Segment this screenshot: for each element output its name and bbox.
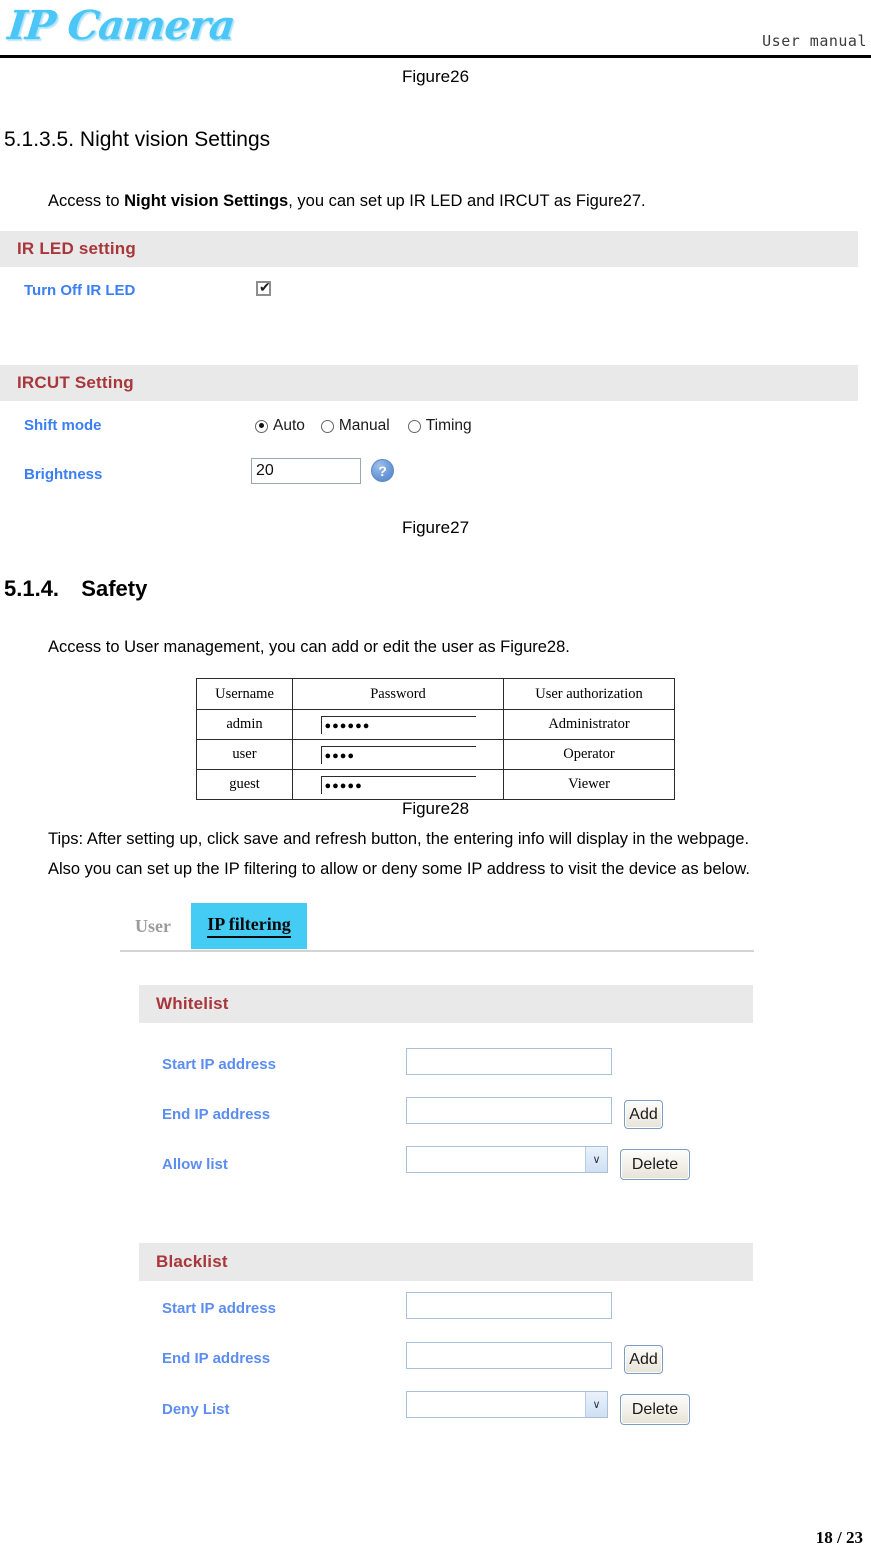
night-vision-intro-bold: Night vision Settings <box>124 192 289 210</box>
blacklist-delete-button[interactable]: Delete <box>620 1394 690 1425</box>
header-user-manual-label: User manual <box>762 32 867 50</box>
turn-off-ir-led-checkbox[interactable]: ✔ <box>256 279 271 296</box>
header-divider <box>0 55 871 58</box>
safety-tips-line-2: Also you can set up the IP filtering to … <box>48 860 750 878</box>
figure27-caption: Figure27 <box>401 518 470 537</box>
blacklist-start-ip-input[interactable] <box>406 1292 612 1319</box>
table-header-password: Password <box>292 678 504 710</box>
night-vision-intro-after: , you can set up IR LED and IRCUT as Fig… <box>288 192 646 210</box>
table-row[interactable]: user ●●●● Operator <box>196 739 675 770</box>
table-cell-password[interactable]: ●●●●● <box>292 769 504 800</box>
shift-mode-option-auto-label: Auto <box>273 417 305 434</box>
ip-camera-logo: IP Camera <box>5 2 237 49</box>
whitelist-allow-list-value <box>407 1147 585 1172</box>
tab-user-label: User <box>135 915 171 936</box>
radio-unselected-icon <box>320 419 334 433</box>
ircut-setting-title: IRCUT Setting <box>17 373 134 392</box>
radio-unselected-icon <box>407 419 421 433</box>
shift-mode-option-timing-label: Timing <box>425 417 472 434</box>
shift-mode-option-manual[interactable]: Manual <box>320 417 390 435</box>
heading-night-vision-title: Night vision Settings <box>79 128 271 151</box>
blacklist-deny-list-value <box>407 1392 585 1417</box>
table-cell-username: admin <box>196 709 293 740</box>
radio-selected-icon <box>255 419 268 433</box>
table-row[interactable]: admin ●●●●●● Administrator <box>196 709 675 740</box>
tab-ip-filtering-label: IP filtering <box>207 914 291 938</box>
whitelist-delete-button[interactable]: Delete <box>620 1149 690 1180</box>
blacklist-start-ip-label: Start IP address <box>162 1300 276 1317</box>
heading-safety: 5.1.4. Safety <box>4 576 147 602</box>
page-number: 18 / 23 <box>815 1528 863 1547</box>
page-header: IP Camera User manual <box>0 0 871 58</box>
shift-mode-radio-group: Auto Manual Timing <box>255 417 478 435</box>
whitelist-start-ip-input[interactable] <box>406 1048 612 1075</box>
ir-led-setting-title: IR LED setting <box>17 239 136 258</box>
table-cell-password[interactable]: ●●●● <box>292 739 504 770</box>
blacklist-title: Blacklist <box>156 1252 228 1271</box>
shift-mode-label: Shift mode <box>24 417 102 434</box>
heading-night-vision-number: 5.1.3.5. <box>4 128 75 151</box>
brightness-input[interactable]: 20 <box>251 458 361 484</box>
blacklist-deny-list-label: Deny List <box>162 1401 230 1418</box>
heading-safety-number: 5.1.4. <box>4 576 60 601</box>
safety-tips-line-1: Tips: After setting up, click save and r… <box>48 830 750 848</box>
checkbox-check-icon: ✔ <box>259 279 271 295</box>
blacklist-panel-header: Blacklist <box>139 1243 753 1281</box>
help-icon[interactable]: ? <box>371 459 394 482</box>
table-header-username: Username <box>196 678 293 710</box>
table-header-row: Username Password User authorization <box>196 678 675 710</box>
whitelist-panel-header: Whitelist <box>139 985 753 1023</box>
whitelist-start-ip-label: Start IP address <box>162 1056 276 1073</box>
blacklist-end-ip-input[interactable] <box>406 1342 612 1369</box>
tabs-divider <box>120 950 754 952</box>
tab-user[interactable]: User <box>128 903 178 949</box>
night-vision-intro-paragraph: Access to Night vision Settings, you can… <box>48 192 646 211</box>
chevron-down-icon[interactable]: ∨ <box>585 1392 607 1417</box>
blacklist-add-button[interactable]: Add <box>624 1345 663 1374</box>
table-cell-username: user <box>196 739 293 770</box>
brightness-label: Brightness <box>24 466 103 483</box>
table-cell-authorization: Operator <box>503 739 675 770</box>
figure28-caption: Figure28 <box>401 799 470 818</box>
whitelist-allow-list-label: Allow list <box>162 1156 228 1173</box>
whitelist-end-ip-label: End IP address <box>162 1106 271 1123</box>
whitelist-add-button[interactable]: Add <box>624 1100 663 1129</box>
ir-led-setting-panel-header: IR LED setting <box>0 231 858 267</box>
whitelist-allow-list-select[interactable]: ∨ <box>406 1146 608 1173</box>
shift-mode-option-manual-label: Manual <box>338 417 390 434</box>
table-cell-password[interactable]: ●●●●●● <box>292 709 504 740</box>
table-cell-authorization: Viewer <box>503 769 675 800</box>
user-management-table: Username Password User authorization adm… <box>196 678 675 800</box>
shift-mode-option-timing[interactable]: Timing <box>407 417 472 435</box>
figure26-caption: Figure26 <box>401 67 470 86</box>
heading-night-vision-settings: 5.1.3.5. Night vision Settings <box>4 128 270 152</box>
safety-intro-paragraph: Access to User management, you can add o… <box>48 638 570 656</box>
whitelist-title: Whitelist <box>156 994 229 1013</box>
shift-mode-option-auto[interactable]: Auto <box>255 417 305 435</box>
table-row[interactable]: guest ●●●●● Viewer <box>196 769 675 800</box>
password-field[interactable]: ●●●●● <box>320 775 476 794</box>
whitelist-end-ip-input[interactable] <box>406 1097 612 1124</box>
night-vision-intro-before: Access to <box>48 192 125 210</box>
table-cell-username: guest <box>196 769 293 800</box>
tab-ip-filtering[interactable]: IP filtering <box>191 903 307 949</box>
table-cell-authorization: Administrator <box>503 709 675 740</box>
blacklist-deny-list-select[interactable]: ∨ <box>406 1391 608 1418</box>
ircut-setting-panel-header: IRCUT Setting <box>0 365 858 401</box>
turn-off-ir-led-label: Turn Off IR LED <box>24 282 136 299</box>
table-header-authorization: User authorization <box>503 678 675 710</box>
chevron-down-icon[interactable]: ∨ <box>585 1147 607 1172</box>
heading-safety-title: Safety <box>81 576 148 601</box>
password-field[interactable]: ●●●● <box>320 745 476 764</box>
password-field[interactable]: ●●●●●● <box>320 715 476 734</box>
blacklist-end-ip-label: End IP address <box>162 1350 271 1367</box>
